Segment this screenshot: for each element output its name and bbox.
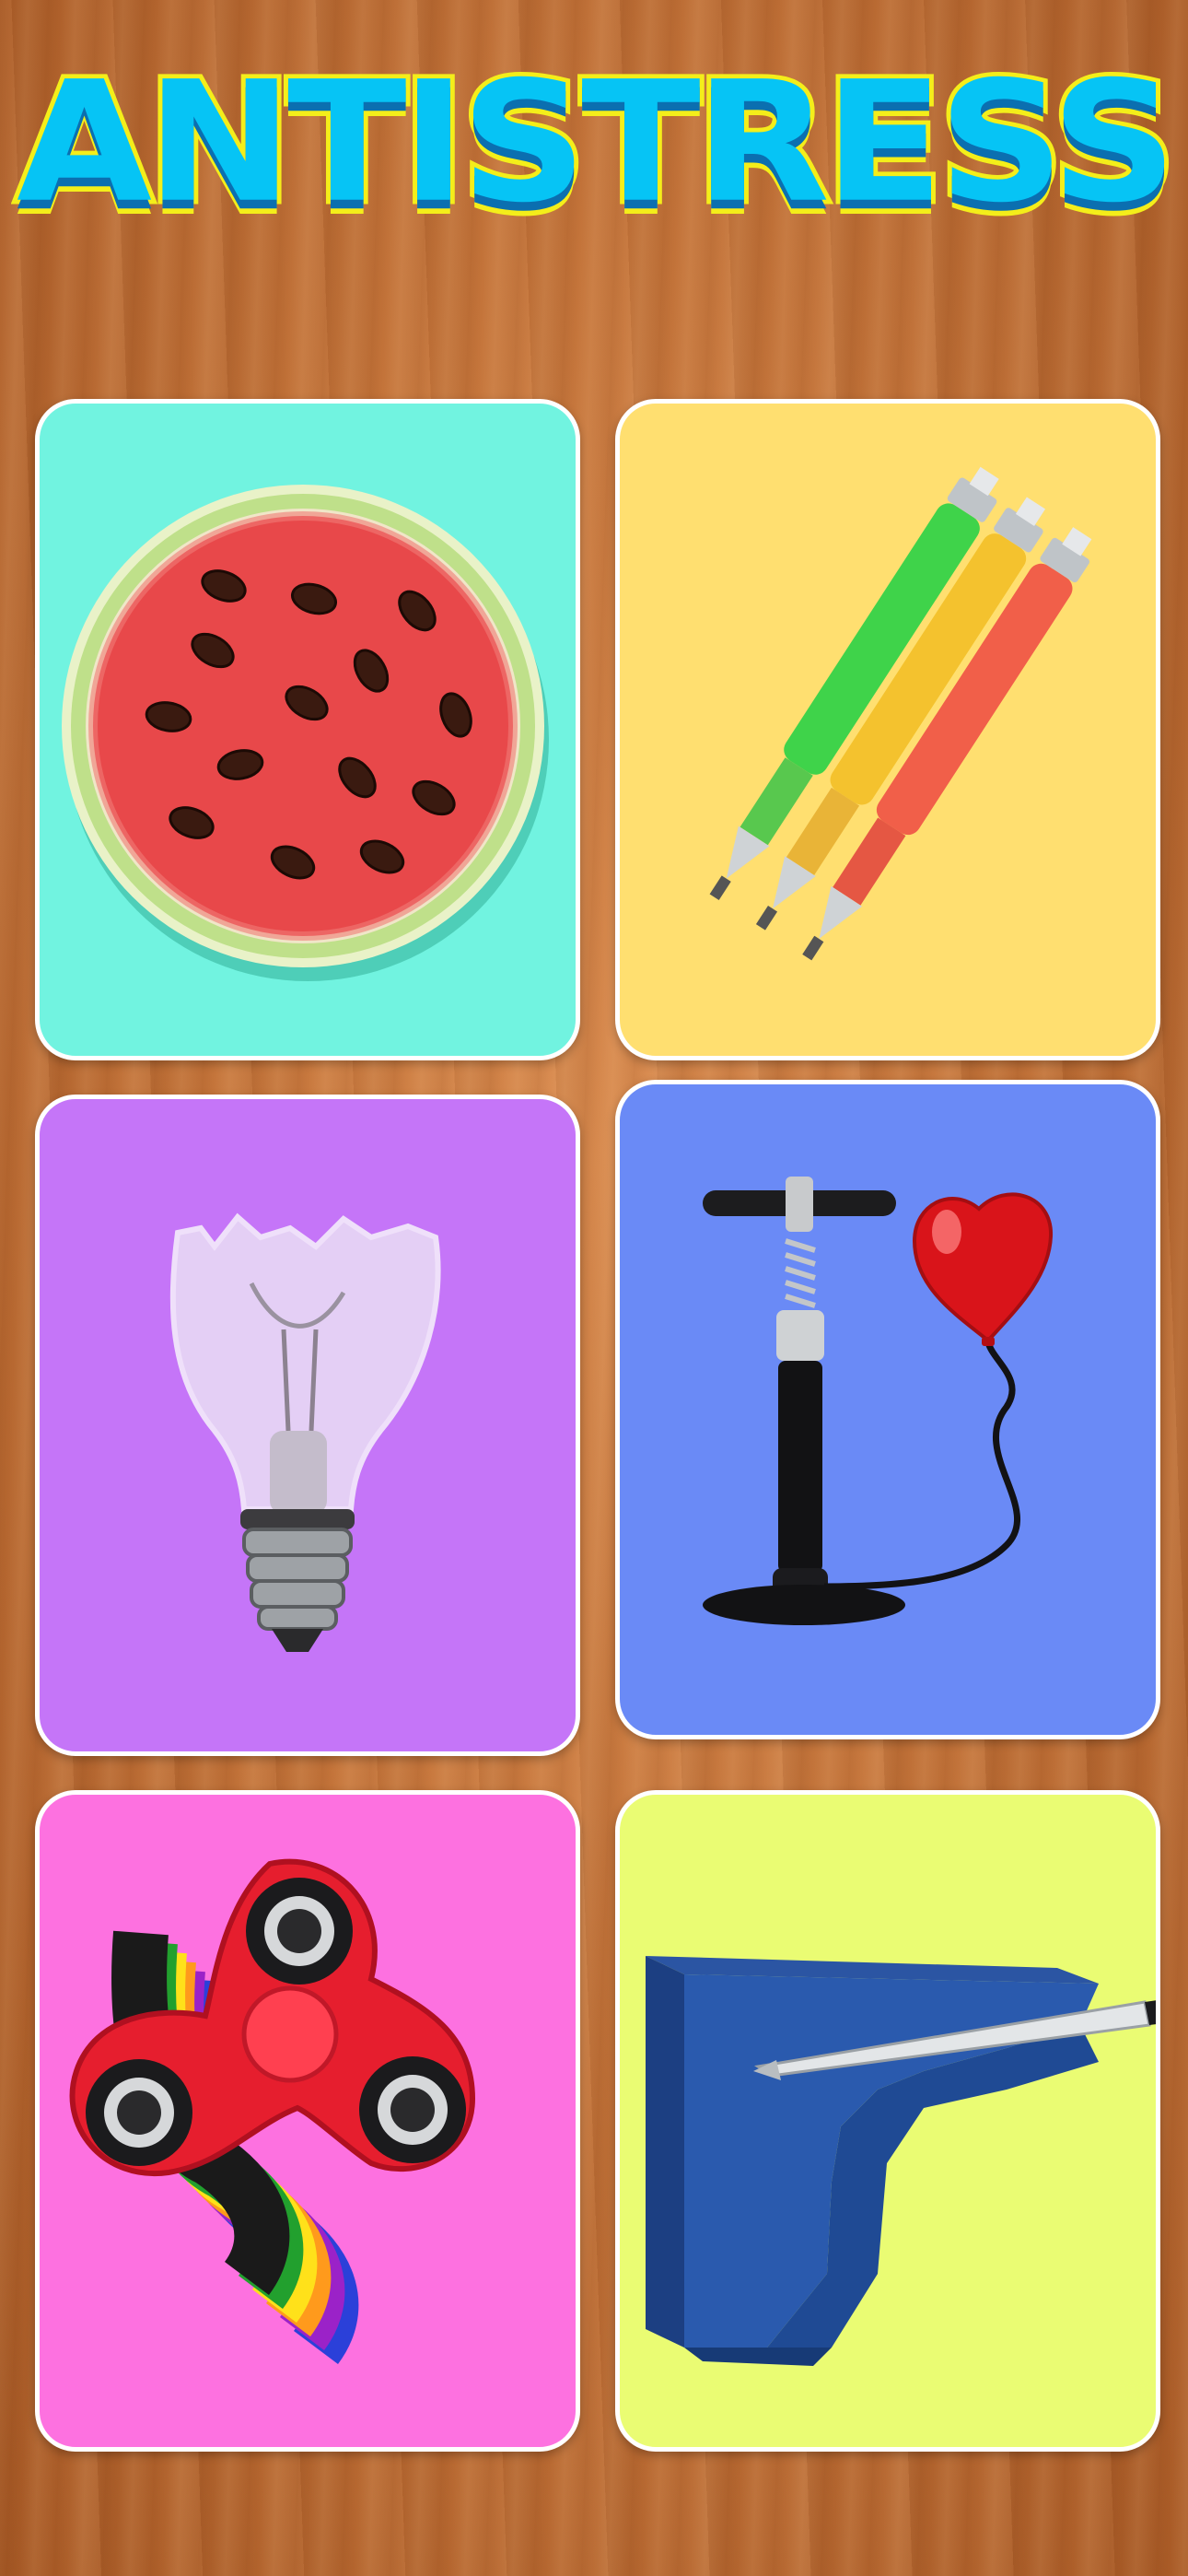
broken-lightbulb-icon [169, 1212, 441, 1652]
game-card-lightbulb[interactable] [35, 1095, 580, 1756]
game-card-fidget-spinner[interactable] [35, 1790, 580, 2452]
game-title-text: ANTISTRESS [12, 45, 1182, 240]
pencils-icon [709, 466, 1092, 961]
air-pump-heart-balloon-icon [703, 1177, 1054, 1625]
foam-block-knife-icon [646, 1956, 1156, 2366]
game-card-air-pump[interactable] [615, 1080, 1160, 1739]
fidget-spinner-icon [69, 1858, 476, 2364]
game-card-pencils[interactable] [615, 399, 1160, 1060]
watermelon-icon [62, 485, 549, 981]
game-card-watermelon[interactable] [35, 399, 580, 1060]
game-title: ANTISTRESS [0, 37, 1188, 249]
game-card-foam-cut[interactable] [615, 1790, 1160, 2452]
